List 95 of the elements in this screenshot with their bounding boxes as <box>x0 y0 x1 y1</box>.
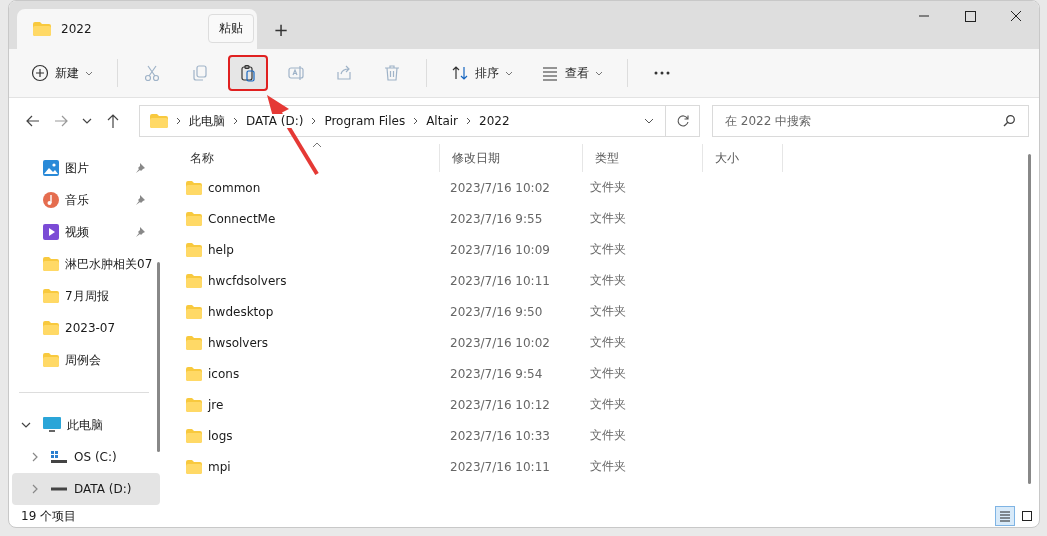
folder-icon <box>43 256 59 272</box>
sidebar-item[interactable]: 图片 <box>9 152 159 184</box>
modified-date: 2023/7/16 10:11 <box>449 273 551 288</box>
sidebar-item[interactable]: 7月周报 <box>9 280 159 312</box>
folder-icon <box>186 304 202 319</box>
address-bar[interactable]: 此电脑 DATA (D:) Program Files Altair 2022 <box>139 105 666 137</box>
square-icon <box>1020 509 1034 523</box>
file-name[interactable]: ConnectMe <box>208 211 276 226</box>
paste-button[interactable] <box>228 55 268 91</box>
folder-icon <box>186 366 202 381</box>
file-type: 文件夹 <box>589 365 627 382</box>
file-name[interactable]: jre <box>208 397 224 412</box>
caret-icon <box>85 70 93 76</box>
file-type: 文件夹 <box>589 396 627 413</box>
tooltip: 粘贴 <box>208 14 254 43</box>
chevron-down-icon[interactable] <box>643 117 655 125</box>
drive-icon <box>50 487 68 491</box>
chevron-right-icon[interactable] <box>176 117 181 125</box>
expand-chevron-icon[interactable] <box>21 420 31 430</box>
folder-icon <box>150 114 168 128</box>
folder-icon <box>43 320 59 336</box>
folder-icon <box>186 335 202 350</box>
folder-icon <box>186 211 202 226</box>
sort-button[interactable]: 排序 <box>441 55 523 91</box>
forward-icon[interactable] <box>53 113 69 129</box>
modified-date: 2023/7/16 10:33 <box>449 428 551 443</box>
search-field[interactable]: 在 2022 中搜索 <box>723 113 1002 129</box>
folder-icon <box>186 459 202 474</box>
back-icon[interactable] <box>25 113 41 129</box>
chevron-right-icon[interactable] <box>233 117 238 125</box>
up-icon[interactable] <box>105 113 121 129</box>
refresh-icon <box>675 114 690 128</box>
column-header[interactable]: 名称 <box>178 144 440 172</box>
sidebar-item[interactable]: DATA (D:) <box>12 473 160 505</box>
modified-date: 2023/7/16 9:54 <box>449 366 544 381</box>
sidebar-item[interactable]: 音乐 <box>9 184 159 216</box>
folder-icon <box>186 428 202 443</box>
picture-icon <box>43 160 59 176</box>
caret-icon <box>595 70 603 76</box>
folder-icon <box>33 22 51 36</box>
file-name[interactable]: help <box>208 242 234 257</box>
sidebar-item[interactable]: 2023-07 <box>9 312 159 344</box>
file-type: 文件夹 <box>589 241 627 258</box>
file-name[interactable]: icons <box>208 366 240 381</box>
caret-icon <box>505 70 513 76</box>
list-view-icon <box>998 509 1012 523</box>
file-type: 文件夹 <box>589 427 627 444</box>
file-name[interactable]: hwcfdsolvers <box>208 273 287 288</box>
search-box[interactable]: 在 2022 中搜索 <box>712 105 1029 137</box>
file-name[interactable]: logs <box>208 428 233 443</box>
play-icon <box>43 224 59 240</box>
file-name[interactable]: hwdesktop <box>208 304 274 319</box>
folder-icon <box>186 397 202 412</box>
sidebar-item[interactable]: 视频 <box>9 216 159 248</box>
modified-date: 2023/7/16 10:11 <box>449 459 551 474</box>
modified-date: 2023/7/16 10:02 <box>449 335 551 350</box>
sidebar-item[interactable]: OS (C:) <box>12 441 160 473</box>
sidebar-item[interactable]: 淋巴水肿相关07 <box>9 248 159 280</box>
file-type: 文件夹 <box>589 303 627 320</box>
folder-icon <box>186 180 202 195</box>
file-type: 文件夹 <box>589 210 627 227</box>
refresh-button[interactable] <box>666 105 700 137</box>
chevron-right-icon[interactable] <box>413 117 419 125</box>
column-header[interactable]: 大小 <box>703 144 783 172</box>
chevron-right-icon[interactable] <box>30 452 40 462</box>
file-type: 文件夹 <box>589 334 627 351</box>
folder-icon <box>43 288 59 304</box>
folder-icon <box>43 352 59 368</box>
music-note-icon <box>43 192 59 208</box>
chevron-right-icon[interactable] <box>466 117 472 125</box>
folder-icon <box>186 273 202 288</box>
modified-date: 2023/7/16 10:12 <box>449 397 551 412</box>
file-type: 文件夹 <box>589 458 627 475</box>
monitor-icon <box>43 417 61 433</box>
column-header[interactable]: 修改日期 <box>440 144 583 172</box>
file-name[interactable]: mpi <box>208 459 231 474</box>
file-type: 文件夹 <box>589 179 627 196</box>
chevron-right-icon[interactable] <box>311 117 317 125</box>
modified-date: 2023/7/16 9:55 <box>449 211 544 226</box>
sidebar-item[interactable]: 周例会 <box>9 344 159 376</box>
item-count: 19 个项目 <box>21 507 77 525</box>
new-tab-button[interactable]: + <box>263 9 299 49</box>
view-button[interactable]: 查看 <box>531 55 613 91</box>
column-header[interactable]: 类型 <box>583 144 703 172</box>
search-icon[interactable] <box>1002 114 1016 128</box>
file-name[interactable]: common <box>208 180 261 195</box>
modified-date: 2023/7/16 9:50 <box>449 304 544 319</box>
file-name[interactable]: hwsolvers <box>208 335 269 350</box>
drive-icon <box>50 450 68 464</box>
sidebar-item[interactable]: 此电脑 <box>9 409 159 441</box>
modified-date: 2023/7/16 10:02 <box>449 180 551 195</box>
modified-date: 2023/7/16 10:09 <box>449 242 551 257</box>
folder-icon <box>186 242 202 257</box>
new-button[interactable]: 新建 <box>21 55 103 91</box>
file-type: 文件夹 <box>589 272 627 289</box>
